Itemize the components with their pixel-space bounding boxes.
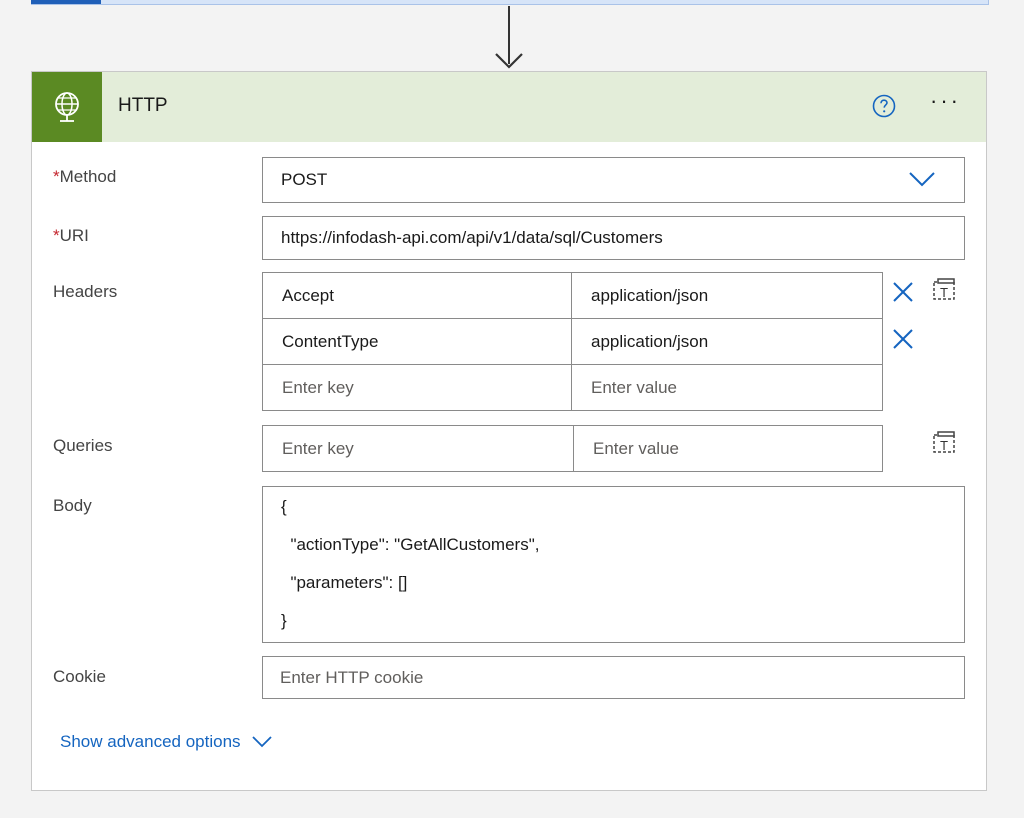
body-label: Body xyxy=(53,496,92,515)
uri-label-text: URI xyxy=(59,226,89,245)
uri-label: *URI xyxy=(53,226,89,246)
previous-step-card[interactable] xyxy=(31,0,989,5)
chevron-down-icon[interactable] xyxy=(908,170,936,188)
header-key-text: ContentType xyxy=(282,331,379,351)
required-marker: * xyxy=(53,226,60,245)
query-value-input[interactable]: Enter value xyxy=(573,425,883,472)
method-label: *Method xyxy=(53,167,116,187)
show-advanced-options-link[interactable]: Show advanced options xyxy=(60,732,273,752)
http-action-card: HTTP ··· *Method POST *URI https://infod… xyxy=(31,71,987,791)
method-value: POST xyxy=(281,170,328,189)
method-dropdown[interactable]: POST xyxy=(262,157,965,203)
cookie-label: Cookie xyxy=(53,667,106,686)
action-title: HTTP xyxy=(118,95,168,116)
query-value-placeholder: Enter value xyxy=(593,438,679,458)
switch-to-text-mode-icon[interactable]: T xyxy=(931,430,957,456)
header-value-input[interactable]: application/json xyxy=(571,318,883,365)
globe-icon xyxy=(32,72,102,142)
cookie-input[interactable]: Enter HTTP cookie xyxy=(262,656,965,699)
header-key-input[interactable]: ContentType xyxy=(262,318,572,365)
close-icon[interactable] xyxy=(892,328,914,350)
queries-label: Queries xyxy=(53,436,113,455)
headers-label: Headers xyxy=(53,282,118,301)
previous-step-accent xyxy=(31,0,101,4)
header-value-input[interactable]: Enter value xyxy=(571,364,883,411)
query-key-placeholder: Enter key xyxy=(282,438,354,458)
arrow-down-icon xyxy=(495,53,523,69)
uri-input[interactable]: https://infodash-api.com/api/v1/data/sql… xyxy=(262,216,965,260)
action-header[interactable]: HTTP ··· xyxy=(32,72,986,142)
body-code-line: "actionType": "GetAllCustomers", xyxy=(281,535,540,554)
advanced-options-label: Show advanced options xyxy=(60,732,241,751)
method-label-text: Method xyxy=(59,167,117,186)
query-key-input[interactable]: Enter key xyxy=(262,425,574,472)
header-value-text: application/json xyxy=(591,331,709,351)
header-key-input[interactable]: Enter key xyxy=(262,364,572,411)
body-code-line: } xyxy=(281,611,287,630)
header-value-placeholder: Enter value xyxy=(591,377,677,397)
svg-text:T: T xyxy=(939,439,948,453)
body-code-line: "parameters": [] xyxy=(281,573,408,592)
svg-text:T: T xyxy=(939,286,948,300)
header-value-text: application/json xyxy=(591,285,709,305)
header-value-input[interactable]: application/json xyxy=(571,272,883,319)
body-code-line: { xyxy=(281,497,287,516)
header-key-input[interactable]: Accept xyxy=(262,272,572,319)
close-icon[interactable] xyxy=(892,281,914,303)
body-editor[interactable]: { "actionType": "GetAllCustomers", "para… xyxy=(262,486,965,643)
uri-value: https://infodash-api.com/api/v1/data/sql… xyxy=(281,228,663,247)
header-key-text: Accept xyxy=(282,285,334,305)
help-circle-icon[interactable] xyxy=(872,94,896,118)
switch-to-text-mode-icon[interactable]: T xyxy=(931,277,957,303)
more-options-icon[interactable]: ··· xyxy=(930,90,970,118)
header-key-placeholder: Enter key xyxy=(282,377,354,397)
required-marker: * xyxy=(53,167,60,186)
chevron-down-icon xyxy=(251,736,272,748)
cookie-placeholder: Enter HTTP cookie xyxy=(280,667,424,687)
